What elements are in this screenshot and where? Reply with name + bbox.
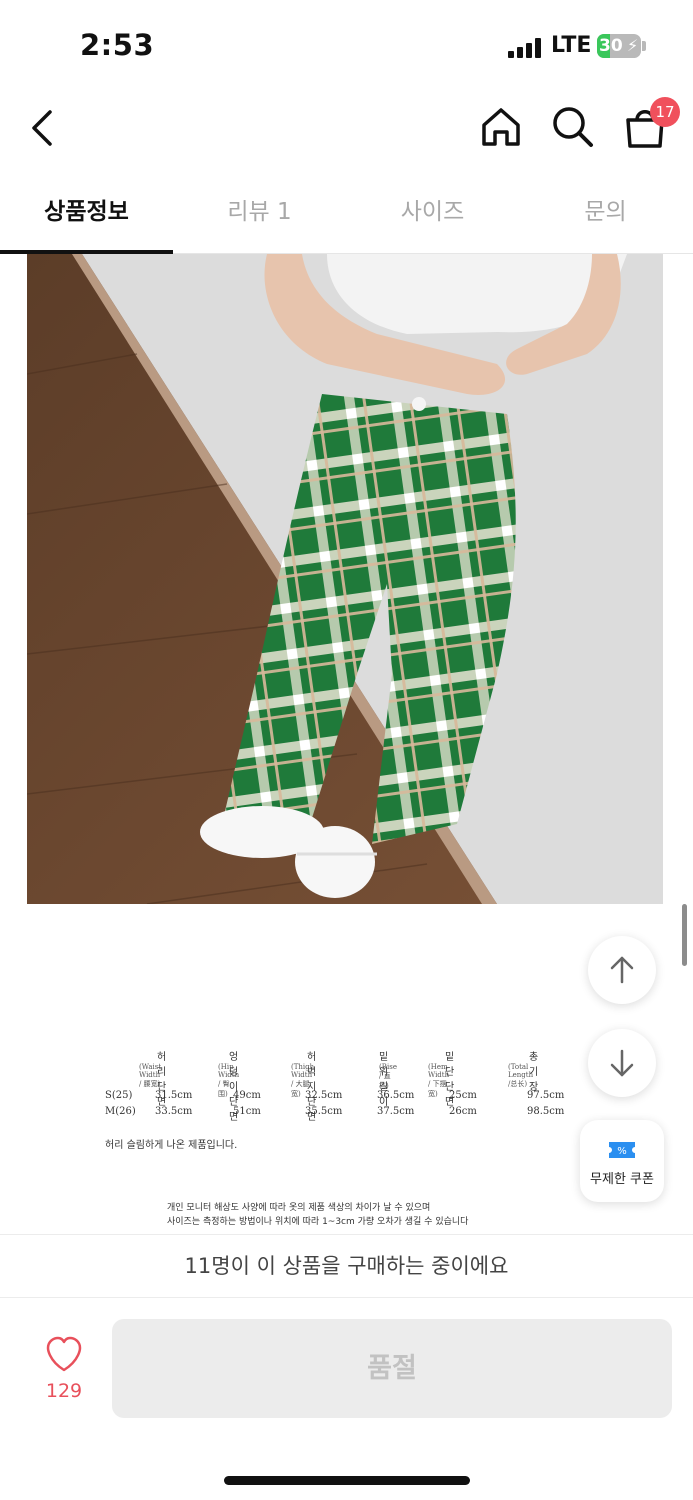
- scrollbar[interactable]: [682, 904, 687, 966]
- svg-text:%: %: [617, 1146, 627, 1157]
- home-indicator: [224, 1476, 470, 1485]
- arrow-up-icon: [610, 956, 634, 984]
- size-value: 25cm: [449, 1090, 477, 1101]
- size-value: 26cm: [449, 1106, 477, 1117]
- tab-inquiry[interactable]: 문의: [519, 182, 692, 254]
- coupon-label: 무제한 쿠폰: [590, 1172, 654, 1187]
- size-note: 허리 슬림하게 나온 제품입니다.: [105, 1140, 238, 1151]
- size-value: 51cm: [233, 1106, 261, 1117]
- scroll-top-button[interactable]: [588, 936, 656, 1004]
- size-label: M(26): [105, 1106, 136, 1117]
- like-count: 129: [45, 1380, 83, 1402]
- tab-reviews[interactable]: 리뷰 1: [173, 182, 346, 254]
- size-value: 49cm: [233, 1090, 261, 1101]
- size-label: S(25): [105, 1090, 133, 1101]
- coupon-icon: %: [609, 1142, 635, 1158]
- product-photo: [27, 254, 663, 904]
- scroll-bottom-button[interactable]: [588, 1029, 656, 1097]
- battery-percent: 30: [599, 36, 623, 56]
- like-button[interactable]: 129: [34, 1336, 94, 1416]
- size-header-sub: (Rise / 直档): [379, 1063, 397, 1090]
- arrow-down-icon: [610, 1049, 634, 1077]
- tab-size[interactable]: 사이즈: [346, 182, 519, 254]
- size-value: 37.5cm: [377, 1106, 415, 1117]
- size-value: 32.5cm: [305, 1090, 343, 1101]
- coupon-button[interactable]: % 무제한 쿠폰: [580, 1120, 664, 1202]
- tab-product-info[interactable]: 상품정보: [0, 182, 173, 254]
- size-value: 98.5cm: [527, 1106, 565, 1117]
- size-value: 35.5cm: [305, 1106, 343, 1117]
- size-value: 97.5cm: [527, 1090, 565, 1101]
- cart-count-badge: 17: [650, 97, 680, 127]
- size-value: 33.5cm: [155, 1106, 193, 1117]
- sold-out-button[interactable]: 품절: [112, 1319, 672, 1418]
- size-header-sub: (Waist Width / 腰宽): [139, 1063, 162, 1088]
- size-value: 36.5cm: [377, 1090, 415, 1101]
- disclaimer-line: 개인 모니터 해상도 사양에 따라 옷의 제품 색상의 차이가 날 수 있으며: [167, 1203, 431, 1213]
- back-icon[interactable]: [22, 106, 66, 150]
- product-tabs: 상품정보 리뷰 1 사이즈 문의: [0, 182, 693, 254]
- search-icon[interactable]: [550, 104, 596, 150]
- status-time: 2:53: [80, 28, 155, 62]
- status-bar: 2:53 LTE 30 ⚡: [0, 0, 693, 90]
- battery-nub: [642, 41, 646, 51]
- heart-icon: [46, 1336, 82, 1372]
- size-header-sub: (Hem Width / 下摆宽): [428, 1063, 450, 1098]
- size-value: 31.5cm: [155, 1090, 193, 1101]
- purchase-activity-banner: 11명이 이 상품을 구매하는 중이에요: [0, 1234, 693, 1298]
- top-nav: [0, 90, 693, 170]
- home-icon[interactable]: [478, 104, 524, 150]
- size-header-sub: (Total Length /总长): [508, 1063, 534, 1088]
- disclaimer-line: 사이즈는 측정하는 방법이나 위치에 따라 1~3cm 가량 오차가 생길 수 …: [167, 1217, 469, 1227]
- charging-bolt-icon: ⚡: [627, 36, 639, 55]
- signal-icon: [508, 38, 542, 58]
- size-chart-image: 허리단면 (Waist Width / 腰宽) 엉덩이단면 (Hip Width…: [27, 904, 663, 1234]
- bottom-action-bar: 129 품절: [0, 1298, 693, 1500]
- network-label: LTE: [551, 33, 592, 58]
